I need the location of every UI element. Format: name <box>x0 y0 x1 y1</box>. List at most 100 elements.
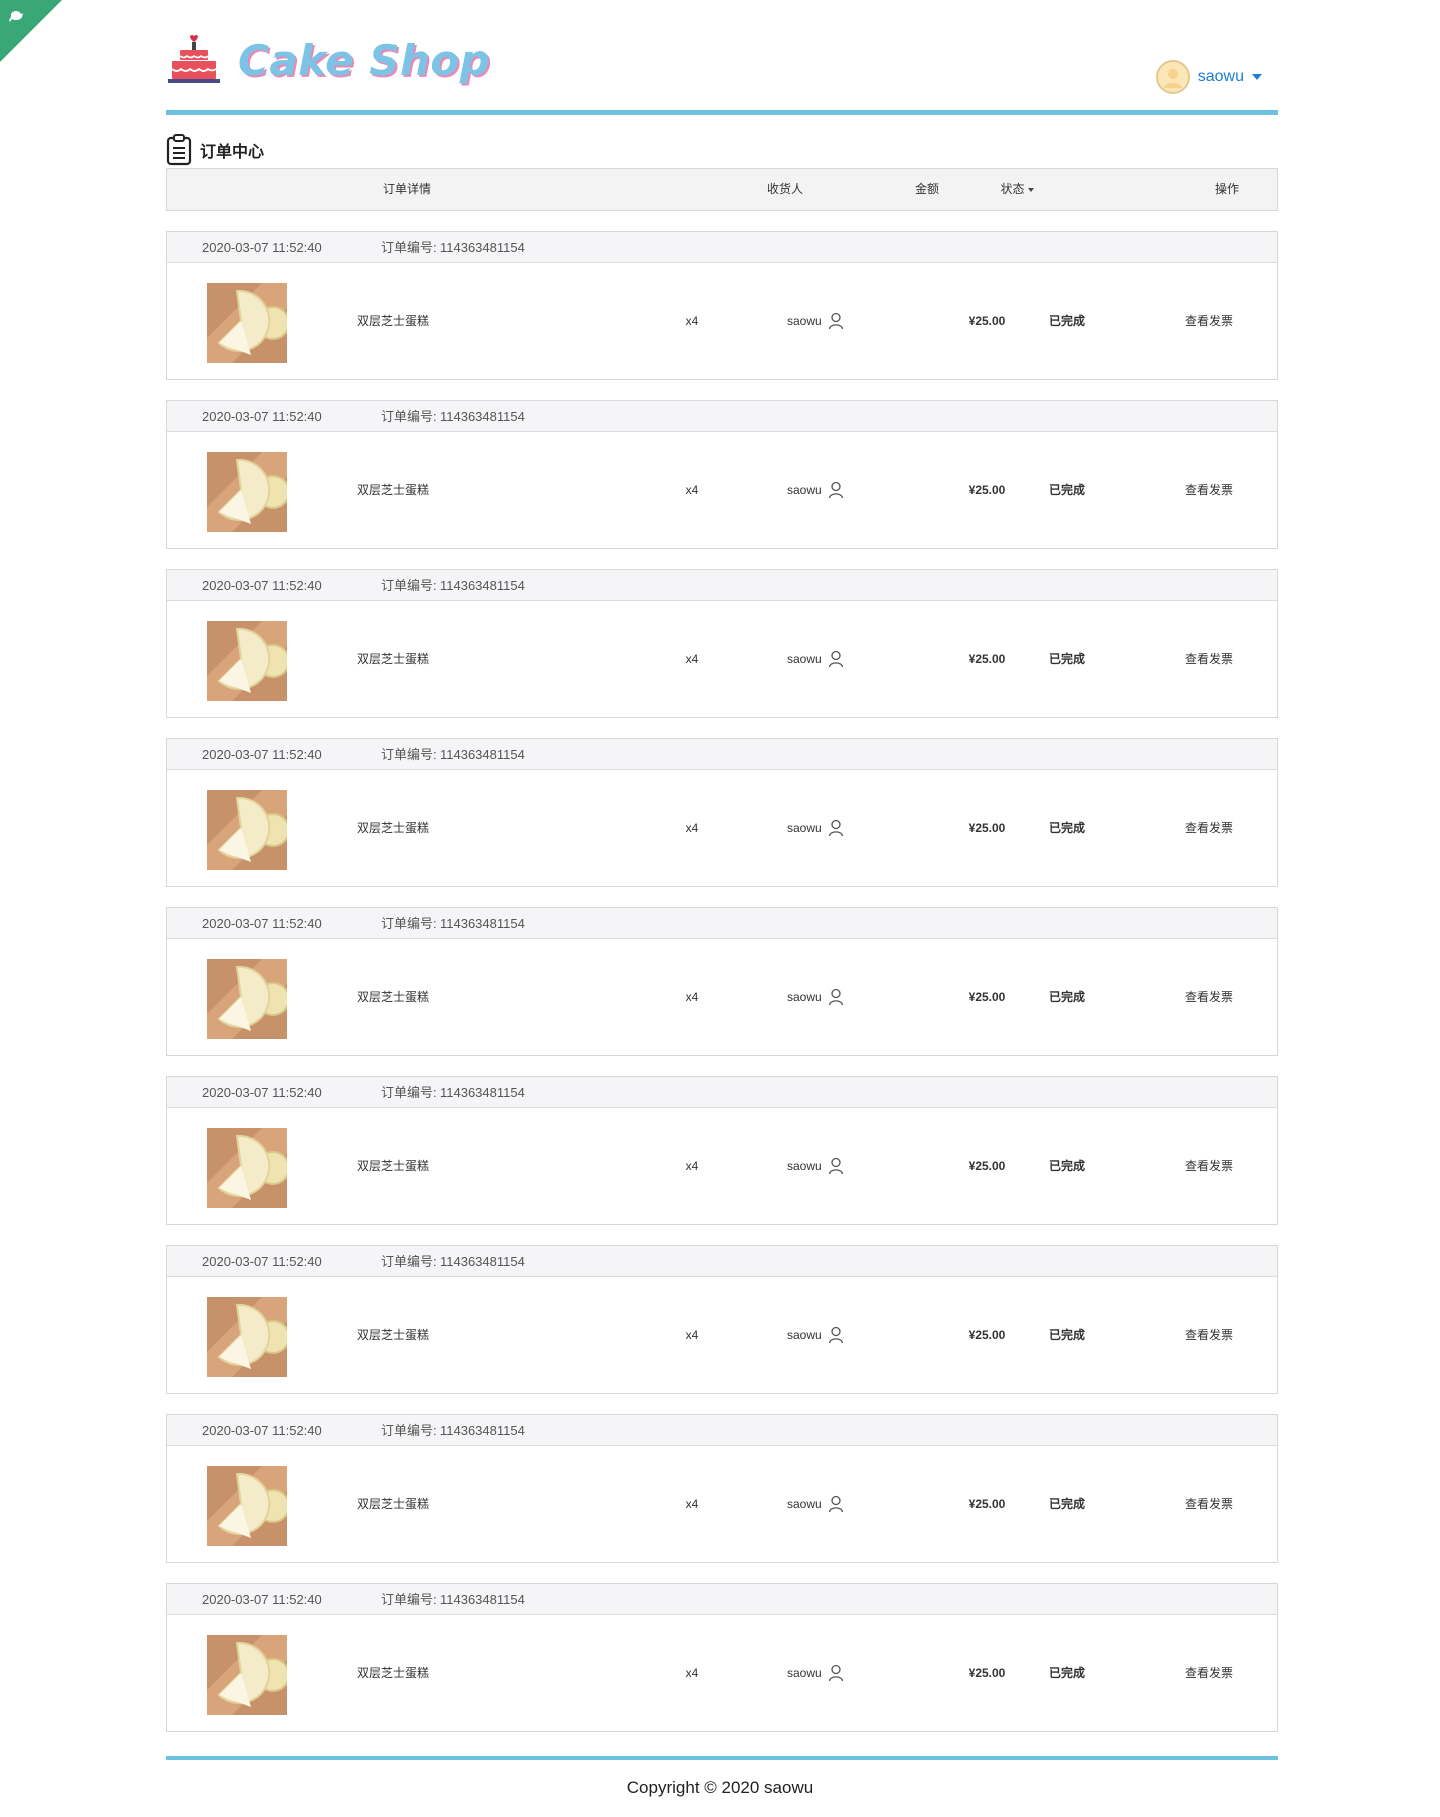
orders-table-header: 订单详情 收货人 金额 状态 操作 <box>166 168 1278 211</box>
github-corner-ribbon[interactable] <box>0 0 62 62</box>
order-card: 2020-03-07 11:52:40 订单编号: 114363481154 双… <box>166 231 1278 380</box>
quantity: x4 <box>685 652 699 666</box>
receiver: saowu <box>787 1108 844 1224</box>
product-image[interactable] <box>207 959 287 1039</box>
order-time: 2020-03-07 11:52:40 <box>202 578 322 593</box>
status-filter-dropdown[interactable]: 状态 <box>967 169 1067 210</box>
cheesecake-image <box>207 452 287 532</box>
orders-list: 2020-03-07 11:52:40 订单编号: 114363481154 双… <box>166 231 1278 1752</box>
order-number: 114363481154 <box>440 1254 525 1269</box>
product-image[interactable] <box>207 1635 287 1715</box>
order-time: 2020-03-07 11:52:40 <box>202 409 322 424</box>
order-header: 2020-03-07 11:52:40 订单编号: 114363481154 <box>167 1584 1277 1615</box>
order-number: 114363481154 <box>440 409 525 424</box>
order-card: 2020-03-07 11:52:40 订单编号: 114363481154 双… <box>166 1583 1278 1732</box>
order-body: 双层芝士蛋糕 x4 saowu ¥25.00 已完成 查看发票 <box>167 1108 1277 1224</box>
cheesecake-image <box>207 1466 287 1546</box>
receiver: saowu <box>787 432 844 548</box>
product-name[interactable]: 双层芝士蛋糕 <box>357 939 429 1055</box>
footer-divider <box>166 1756 1278 1760</box>
product-name[interactable]: 双层芝士蛋糕 <box>357 263 429 379</box>
product-image[interactable] <box>207 790 287 870</box>
quantity: x4 <box>685 314 699 328</box>
product-image[interactable] <box>207 283 287 363</box>
view-invoice-link[interactable]: 查看发票 <box>1159 601 1259 717</box>
order-number-label: 订单编号: <box>381 240 437 255</box>
brand-logo[interactable]: Cake Shop <box>166 34 490 86</box>
product-name[interactable]: 双层芝士蛋糕 <box>357 1446 429 1562</box>
order-time: 2020-03-07 11:52:40 <box>202 1592 322 1607</box>
product-image[interactable] <box>207 1128 287 1208</box>
cheesecake-image <box>207 283 287 363</box>
header-status: 状态 <box>1000 182 1025 196</box>
order-number-label: 订单编号: <box>381 409 437 424</box>
user-icon <box>828 1664 843 1682</box>
product-image[interactable] <box>207 1297 287 1377</box>
user-icon <box>828 1326 843 1344</box>
receiver-name: saowu <box>787 1666 822 1680</box>
github-corner-icon <box>9 11 23 22</box>
order-number-label: 订单编号: <box>381 916 437 931</box>
cheesecake-image <box>207 1128 287 1208</box>
view-invoice-link[interactable]: 查看发票 <box>1159 1277 1259 1393</box>
view-invoice-link[interactable]: 查看发票 <box>1159 939 1259 1055</box>
order-body: 双层芝士蛋糕 x4 saowu ¥25.00 已完成 查看发票 <box>167 601 1277 717</box>
receiver-name: saowu <box>787 483 822 497</box>
view-invoice-link[interactable]: 查看发票 <box>1159 1615 1259 1731</box>
user-menu[interactable]: saowu <box>1155 60 1262 94</box>
caret-down-icon <box>1027 187 1034 192</box>
order-header: 2020-03-07 11:52:40 订单编号: 114363481154 <box>167 401 1277 432</box>
quantity: x4 <box>685 1497 699 1511</box>
order-number-label: 订单编号: <box>381 578 437 593</box>
header-detail: 订单详情 <box>382 182 431 196</box>
product-name[interactable]: 双层芝士蛋糕 <box>357 770 429 886</box>
view-invoice-link[interactable]: 查看发票 <box>1159 263 1259 379</box>
receiver: saowu <box>787 1277 844 1393</box>
product-image[interactable] <box>207 452 287 532</box>
brand-name: Cake Shop <box>238 35 491 85</box>
product-name[interactable]: 双层芝士蛋糕 <box>357 601 429 717</box>
order-time: 2020-03-07 11:52:40 <box>202 916 322 931</box>
order-number-label: 订单编号: <box>381 1423 437 1438</box>
receiver-name: saowu <box>787 990 822 1004</box>
order-header: 2020-03-07 11:52:40 订单编号: 114363481154 <box>167 570 1277 601</box>
cake-icon <box>168 34 220 83</box>
product-image[interactable] <box>207 1466 287 1546</box>
view-invoice-link[interactable]: 查看发票 <box>1159 1446 1259 1562</box>
order-header: 2020-03-07 11:52:40 订单编号: 114363481154 <box>167 1246 1277 1277</box>
order-card: 2020-03-07 11:52:40 订单编号: 114363481154 双… <box>166 738 1278 887</box>
product-name[interactable]: 双层芝士蛋糕 <box>357 1277 429 1393</box>
user-name: saowu <box>1197 68 1244 85</box>
receiver: saowu <box>787 1446 844 1562</box>
view-invoice-link[interactable]: 查看发票 <box>1159 1108 1259 1224</box>
quantity: x4 <box>685 483 699 497</box>
view-invoice-link[interactable]: 查看发票 <box>1159 432 1259 548</box>
receiver-name: saowu <box>787 1497 822 1511</box>
product-name[interactable]: 双层芝士蛋糕 <box>357 1108 429 1224</box>
user-icon <box>828 650 843 668</box>
order-body: 双层芝士蛋糕 x4 saowu ¥25.00 已完成 查看发票 <box>167 939 1277 1055</box>
user-icon <box>828 988 843 1006</box>
order-time: 2020-03-07 11:52:40 <box>202 1085 322 1100</box>
user-icon <box>828 312 843 330</box>
product-image[interactable] <box>207 621 287 701</box>
order-card: 2020-03-07 11:52:40 订单编号: 114363481154 双… <box>166 1245 1278 1394</box>
user-icon <box>828 819 843 837</box>
order-number-label: 订单编号: <box>381 747 437 762</box>
user-icon <box>828 1495 843 1513</box>
order-status: 已完成 <box>1048 1159 1085 1173</box>
order-status: 已完成 <box>1048 1328 1085 1342</box>
user-icon <box>828 481 843 499</box>
order-status: 已完成 <box>1048 1666 1085 1680</box>
receiver: saowu <box>787 939 844 1055</box>
product-name[interactable]: 双层芝士蛋糕 <box>357 1615 429 1731</box>
order-status: 已完成 <box>1048 314 1085 328</box>
view-invoice-link[interactable]: 查看发票 <box>1159 770 1259 886</box>
cheesecake-image <box>207 1635 287 1715</box>
quantity: x4 <box>685 1328 699 1342</box>
order-header: 2020-03-07 11:52:40 订单编号: 114363481154 <box>167 1077 1277 1108</box>
quantity: x4 <box>685 1159 699 1173</box>
product-name[interactable]: 双层芝士蛋糕 <box>357 432 429 548</box>
avatar <box>1155 60 1190 94</box>
order-number-label: 订单编号: <box>381 1254 437 1269</box>
